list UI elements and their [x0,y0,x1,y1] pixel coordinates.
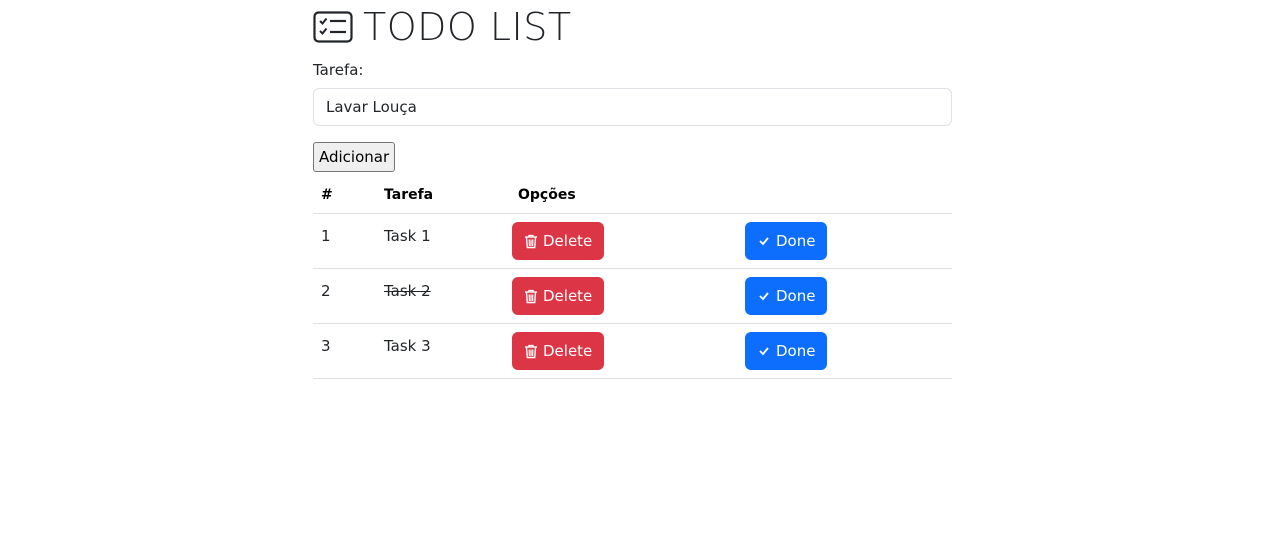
check-icon [759,347,769,356]
header-task: Tarefa [376,176,510,214]
done-label: Done [776,342,816,360]
done-label: Done [776,232,816,250]
done-button[interactable]: Done [745,332,828,370]
table-header-row: # Tarefa Opções [313,176,952,214]
done-button[interactable]: Done [745,222,828,260]
add-button[interactable]: Adicionar [313,142,396,172]
table-row: 2 Task 2 Delete Done [313,268,952,324]
row-task: Task 1 [384,227,431,245]
row-task: Task 3 [384,337,431,355]
check-icon [759,237,769,246]
trash-icon [525,234,537,248]
task-input[interactable] [313,88,952,126]
row-task: Task 2 [384,282,431,300]
header-number: # [313,176,376,214]
header-options: Opções [510,176,743,214]
task-table: # Tarefa Opções 1 Task 1 Delete Done 2 T… [313,176,952,379]
check-icon [759,292,769,301]
table-row: 1 Task 1 Delete Done [313,213,952,269]
header-empty [743,176,952,214]
done-label: Done [776,287,816,305]
row-number: 3 [313,323,376,379]
task-label: Tarefa: [313,61,364,79]
title-row: TODO LIST [313,0,952,54]
table-row: 3 Task 3 Delete Done [313,323,952,379]
task-list-icon [313,11,353,43]
todo-container: TODO LIST Tarefa: Adicionar # Tarefa Opç… [313,0,952,379]
delete-label: Delete [543,342,593,360]
trash-icon [525,289,537,303]
delete-button[interactable]: Delete [512,277,605,315]
delete-button[interactable]: Delete [512,222,605,260]
delete-label: Delete [543,287,593,305]
trash-icon [525,344,537,358]
row-number: 2 [313,268,376,324]
row-number: 1 [313,213,376,269]
page-title: TODO LIST [363,5,572,49]
delete-button[interactable]: Delete [512,332,605,370]
delete-label: Delete [543,232,593,250]
done-button[interactable]: Done [745,277,828,315]
